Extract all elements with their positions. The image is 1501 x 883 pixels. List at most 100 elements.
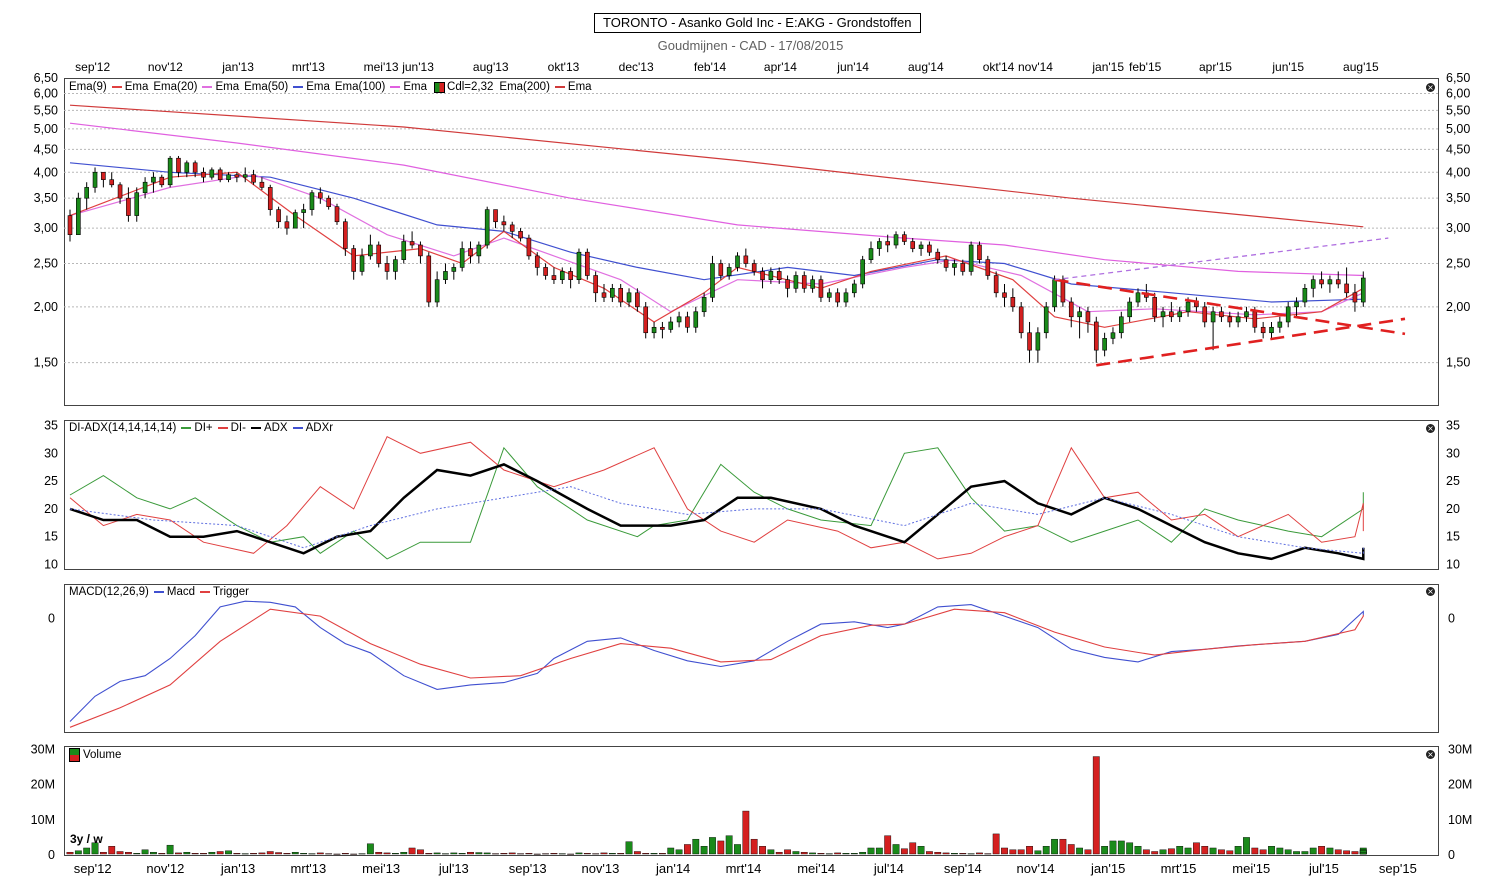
candle-body — [793, 275, 799, 289]
legend-ema200: Ema(200) — [499, 81, 550, 93]
volume-bar — [667, 847, 675, 855]
bottom-axis-label: jan'14 — [655, 861, 690, 876]
dmi-tick-right: 10 — [1446, 557, 1460, 571]
volume-bar — [525, 853, 533, 855]
candle-body — [176, 157, 181, 173]
volume-bar — [1167, 848, 1175, 855]
price-tick-right: 5,50 — [1446, 103, 1470, 117]
candle-body — [601, 292, 607, 298]
candle-body — [993, 275, 999, 294]
bottom-axis-label: sep'13 — [509, 861, 547, 876]
close-dmi-icon[interactable]: × — [1426, 424, 1435, 433]
volume-bar — [1293, 851, 1300, 855]
candle-body — [134, 192, 140, 216]
candle-body — [192, 162, 198, 173]
legend-trigger: Trigger — [213, 586, 250, 598]
candle-body — [735, 255, 740, 268]
top-axis-label: okt'13 — [548, 60, 580, 74]
candle-body — [1335, 279, 1341, 285]
close-price-icon[interactable]: × — [1426, 83, 1435, 92]
legend-ema20: Ema(20) — [153, 81, 198, 93]
macd-tick-left: 0 — [48, 611, 55, 625]
close-macd-icon[interactable]: × — [1426, 587, 1435, 596]
price-tick-right: 4,00 — [1446, 165, 1470, 179]
candle-body — [1285, 306, 1291, 323]
candle-body — [910, 241, 916, 249]
candle-body — [977, 244, 982, 260]
legend-volume: Volume — [83, 749, 122, 761]
price-tick-right: 1,50 — [1446, 356, 1470, 370]
volume-bar — [717, 840, 725, 855]
legend-adx: ADX — [263, 422, 288, 434]
dmi-tick-right: 35 — [1446, 419, 1460, 433]
top-axis-label: sep'12 — [75, 60, 110, 74]
candle-body — [651, 326, 657, 334]
price-tick-right: 6,50 — [1446, 71, 1470, 85]
candle-body — [384, 263, 390, 272]
volume-bar — [1234, 846, 1242, 855]
candle-body — [1010, 297, 1016, 308]
volume-bar — [1259, 849, 1267, 855]
dmi-tick-right: 30 — [1446, 446, 1460, 460]
volume-bar — [867, 847, 875, 855]
price-tick-right: 2,00 — [1446, 300, 1470, 314]
candle-body — [209, 169, 215, 178]
candle-body — [1352, 292, 1358, 303]
candle-body — [1027, 332, 1032, 351]
price-tick-right: 4,50 — [1446, 142, 1470, 156]
close-volume-icon[interactable]: × — [1426, 750, 1435, 759]
macd-legend: MACD(12,26,9) Macd Trigger — [69, 586, 251, 598]
volume-bar — [642, 853, 650, 855]
legend-ema100: Ema(100) — [334, 81, 386, 93]
volume-bar — [166, 844, 174, 855]
candle-body — [1269, 326, 1274, 334]
volume-bar — [433, 852, 441, 855]
bottom-axis-label: sep'14 — [944, 861, 982, 876]
candle-body — [543, 267, 548, 276]
candle-body — [868, 248, 874, 260]
candle-body — [768, 271, 774, 280]
volume-bar — [250, 853, 257, 855]
candle-body — [1043, 306, 1049, 334]
volume-tick-right: 0 — [1448, 848, 1455, 862]
candle-body — [309, 192, 315, 210]
volume-bar — [600, 852, 608, 855]
candle-body — [852, 283, 857, 294]
candle-body — [968, 244, 974, 272]
candle-body — [418, 244, 423, 257]
volume-tick-left: 0 — [48, 848, 55, 862]
dmi-legend: DI-ADX(14,14,14,14) DI+ DI- ADX ADXr — [69, 422, 335, 434]
volume-bar — [1101, 846, 1109, 855]
candle-body — [318, 192, 323, 199]
bottom-axis-label: nov'13 — [581, 861, 619, 876]
dmi-tick-left: 15 — [44, 530, 58, 544]
volume-bar — [350, 853, 358, 855]
volume-bar — [792, 851, 800, 855]
volume-bar — [1226, 850, 1234, 855]
top-axis-label: dec'13 — [619, 60, 654, 74]
bottom-axis-label: jan'15 — [1090, 861, 1125, 876]
volume-legend: Volume — [69, 748, 123, 762]
candle-body — [142, 181, 148, 194]
candle-body — [393, 259, 398, 272]
candle-body — [1344, 283, 1349, 294]
volume-bar — [475, 852, 483, 855]
volume-bar — [809, 852, 816, 855]
top-axis-label: feb'15 — [1129, 60, 1162, 74]
candle-body — [1277, 321, 1283, 328]
candle-body — [860, 259, 865, 285]
volume-tick-right: 20M — [1448, 778, 1472, 792]
volume-bar — [1343, 850, 1350, 855]
candle-body — [518, 231, 523, 239]
volume-bar — [1184, 847, 1192, 855]
top-axis-label: nov'14 — [1018, 60, 1053, 74]
volume-bar — [141, 849, 149, 855]
legend-adxr: ADXr — [305, 422, 334, 434]
candle-body — [1219, 311, 1224, 318]
volume-bar — [300, 853, 308, 855]
candle-body — [660, 326, 665, 330]
volume-bar — [1151, 851, 1159, 855]
candle-body — [159, 176, 165, 186]
price-tick-left: 2,00 — [34, 300, 58, 314]
volume-bar — [917, 846, 925, 855]
